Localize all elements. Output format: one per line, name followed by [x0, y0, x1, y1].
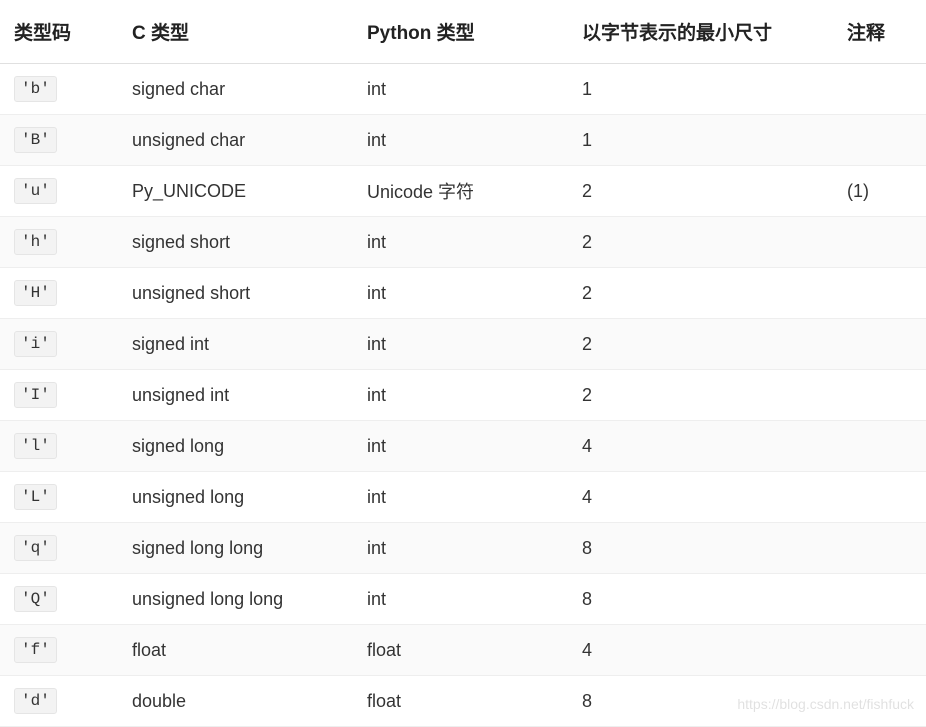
cell-minsize: 4	[568, 421, 833, 472]
table-row: 'Q' unsigned long long int 8	[0, 574, 926, 625]
cell-typecode: 'd'	[0, 676, 118, 727]
cell-minsize: 2	[568, 319, 833, 370]
cell-note	[833, 421, 926, 472]
typecode-code: 'q'	[14, 535, 57, 561]
cell-minsize: 2	[568, 217, 833, 268]
header-note: 注释	[833, 0, 926, 64]
cell-ctype: signed long long	[118, 523, 353, 574]
cell-typecode: 'H'	[0, 268, 118, 319]
cell-note	[833, 64, 926, 115]
cell-typecode: 'I'	[0, 370, 118, 421]
cell-note	[833, 268, 926, 319]
cell-pytype: float	[353, 625, 568, 676]
typecode-code: 'B'	[14, 127, 57, 153]
cell-typecode: 'l'	[0, 421, 118, 472]
cell-pytype: float	[353, 676, 568, 727]
typecode-code: 'H'	[14, 280, 57, 306]
cell-note	[833, 472, 926, 523]
cell-pytype: int	[353, 115, 568, 166]
cell-minsize: 1	[568, 115, 833, 166]
table-row: 'i' signed int int 2	[0, 319, 926, 370]
typecode-code: 'L'	[14, 484, 57, 510]
cell-ctype: signed long	[118, 421, 353, 472]
typecode-code: 'Q'	[14, 586, 57, 612]
cell-pytype: int	[353, 421, 568, 472]
cell-note	[833, 115, 926, 166]
cell-note	[833, 676, 926, 727]
cell-ctype: Py_UNICODE	[118, 166, 353, 217]
table-row: 'l' signed long int 4	[0, 421, 926, 472]
typecode-code: 'l'	[14, 433, 57, 459]
cell-minsize: 8	[568, 676, 833, 727]
cell-minsize: 1	[568, 64, 833, 115]
header-minsize: 以字节表示的最小尺寸	[568, 0, 833, 64]
typecode-code: 'f'	[14, 637, 57, 663]
cell-note	[833, 217, 926, 268]
cell-ctype: unsigned long long	[118, 574, 353, 625]
cell-pytype: int	[353, 370, 568, 421]
table-row: 'f' float float 4	[0, 625, 926, 676]
header-ctype: C 类型	[118, 0, 353, 64]
cell-minsize: 4	[568, 625, 833, 676]
cell-ctype: signed char	[118, 64, 353, 115]
typecode-code: 'i'	[14, 331, 57, 357]
cell-note	[833, 574, 926, 625]
header-pytype: Python 类型	[353, 0, 568, 64]
table-row: 'q' signed long long int 8	[0, 523, 926, 574]
cell-pytype: int	[353, 523, 568, 574]
cell-typecode: 'i'	[0, 319, 118, 370]
table-header-row: 类型码 C 类型 Python 类型 以字节表示的最小尺寸 注释	[0, 0, 926, 64]
cell-typecode: 'h'	[0, 217, 118, 268]
cell-minsize: 8	[568, 574, 833, 625]
table-body: 'b' signed char int 1 'B' unsigned char …	[0, 64, 926, 727]
cell-typecode: 'B'	[0, 115, 118, 166]
cell-note	[833, 625, 926, 676]
cell-pytype: int	[353, 472, 568, 523]
cell-minsize: 2	[568, 268, 833, 319]
table-row: 'H' unsigned short int 2	[0, 268, 926, 319]
cell-ctype: unsigned char	[118, 115, 353, 166]
cell-note	[833, 370, 926, 421]
typecode-code: 'I'	[14, 382, 57, 408]
table-row: 'L' unsigned long int 4	[0, 472, 926, 523]
cell-note	[833, 523, 926, 574]
cell-pytype: int	[353, 64, 568, 115]
cell-ctype: signed short	[118, 217, 353, 268]
cell-typecode: 'f'	[0, 625, 118, 676]
cell-minsize: 2	[568, 166, 833, 217]
header-typecode: 类型码	[0, 0, 118, 64]
cell-pytype: int	[353, 319, 568, 370]
cell-minsize: 2	[568, 370, 833, 421]
table-row: 'b' signed char int 1	[0, 64, 926, 115]
typecode-code: 'b'	[14, 76, 57, 102]
cell-ctype: signed int	[118, 319, 353, 370]
typecode-code: 'h'	[14, 229, 57, 255]
cell-pytype: Unicode 字符	[353, 166, 568, 217]
cell-ctype: unsigned short	[118, 268, 353, 319]
table-row: 'B' unsigned char int 1	[0, 115, 926, 166]
cell-typecode: 'Q'	[0, 574, 118, 625]
cell-pytype: int	[353, 217, 568, 268]
cell-typecode: 'q'	[0, 523, 118, 574]
cell-typecode: 'L'	[0, 472, 118, 523]
cell-ctype: unsigned long	[118, 472, 353, 523]
table-row: 'd' double float 8	[0, 676, 926, 727]
table-row: 'I' unsigned int int 2	[0, 370, 926, 421]
typecode-code: 'd'	[14, 688, 57, 714]
cell-typecode: 'u'	[0, 166, 118, 217]
table-row: 'h' signed short int 2	[0, 217, 926, 268]
typecode-table: 类型码 C 类型 Python 类型 以字节表示的最小尺寸 注释 'b' sig…	[0, 0, 926, 727]
cell-minsize: 4	[568, 472, 833, 523]
cell-pytype: int	[353, 268, 568, 319]
cell-minsize: 8	[568, 523, 833, 574]
typecode-code: 'u'	[14, 178, 57, 204]
table-row: 'u' Py_UNICODE Unicode 字符 2 (1)	[0, 166, 926, 217]
cell-ctype: double	[118, 676, 353, 727]
cell-typecode: 'b'	[0, 64, 118, 115]
cell-note: (1)	[833, 166, 926, 217]
cell-ctype: unsigned int	[118, 370, 353, 421]
cell-note	[833, 319, 926, 370]
cell-ctype: float	[118, 625, 353, 676]
cell-pytype: int	[353, 574, 568, 625]
